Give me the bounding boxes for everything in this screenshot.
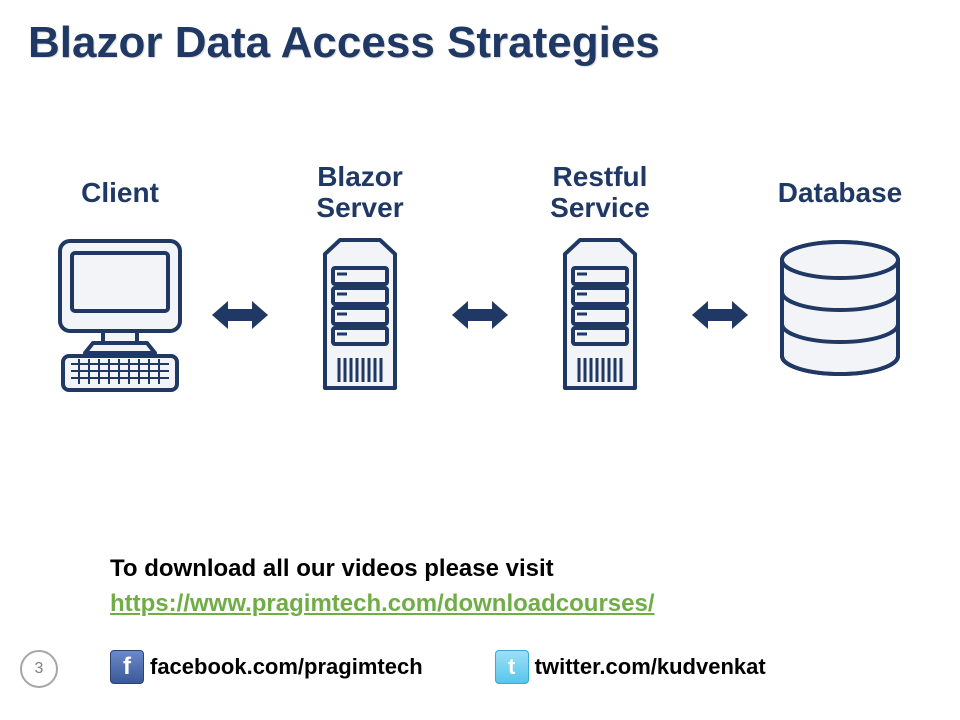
footer-text: To download all our videos please visit — [110, 555, 554, 583]
label-database: Database — [778, 160, 903, 226]
arrow-2 — [450, 160, 510, 400]
arrow-3 — [690, 160, 750, 400]
computer-icon — [45, 236, 195, 396]
node-restful-service: Restful Service — [510, 160, 690, 396]
facebook-text: facebook.com/pragimtech — [150, 654, 423, 680]
node-blazor-server: Blazor Server — [270, 160, 450, 396]
page-title: Blazor Data Access Strategies — [0, 0, 960, 68]
label-client: Client — [81, 160, 159, 226]
label-restful-service: Restful Service — [550, 160, 650, 226]
twitter-text: twitter.com/kudvenkat — [535, 654, 766, 680]
label-blazor-server: Blazor Server — [316, 160, 403, 226]
server-icon — [305, 236, 415, 396]
node-database: Database — [750, 160, 930, 396]
footer-link[interactable]: https://www.pragimtech.com/downloadcours… — [110, 590, 655, 618]
diagram-row: Client — [0, 160, 960, 400]
arrow-1 — [210, 160, 270, 400]
social-row: f facebook.com/pragimtech t twitter.com/… — [110, 650, 766, 684]
node-client: Client — [30, 160, 210, 396]
facebook-icon[interactable]: f — [110, 650, 144, 684]
twitter-icon[interactable]: t — [495, 650, 529, 684]
page-number: 3 — [20, 650, 58, 688]
database-icon — [770, 236, 910, 396]
server-icon — [545, 236, 655, 396]
